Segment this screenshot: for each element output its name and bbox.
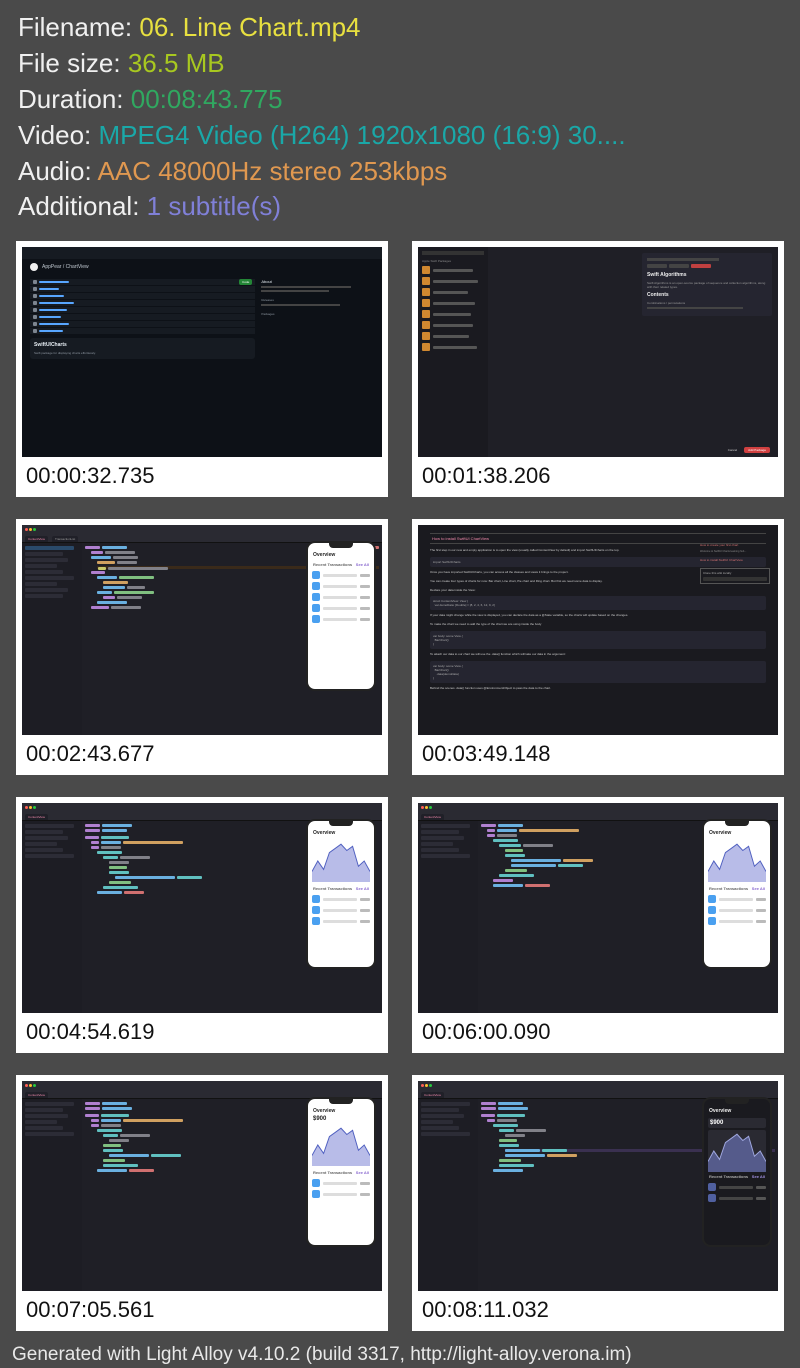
timestamp: 00:00:32.735 <box>22 457 382 491</box>
github-page: AppPear / ChartView Code SwiftUICharts <box>22 247 382 457</box>
thumbnail-image: How to install SwiftUI ChartView The fir… <box>418 525 778 735</box>
thumbnail-image: ContentView <box>22 1081 382 1291</box>
timestamp: 00:04:54.619 <box>22 1013 382 1047</box>
additional-label: Additional: <box>18 191 147 221</box>
thumbnail-image: ContentViewTransactionList <box>22 525 382 735</box>
xcode-ide: ContentViewTransactionList <box>22 525 382 735</box>
add-package-button: Add Package <box>744 447 770 453</box>
duration-label: Duration: <box>18 84 131 114</box>
filesize-label: File size: <box>18 48 128 78</box>
readme-title: SwiftUICharts <box>34 342 251 348</box>
duration-row: Duration: 00:08:43.775 <box>18 82 782 118</box>
duration-value: 00:08:43.775 <box>131 84 283 114</box>
audio-label: Audio: <box>18 156 98 186</box>
thumbnail-image: AppPear / ChartView Code SwiftUICharts <box>22 247 382 457</box>
filename-value: 06. Line Chart.mp4 <box>139 12 360 42</box>
thumbnail-8[interactable]: ContentView <box>412 1075 784 1331</box>
readme-sub: Swift package for displaying charts effo… <box>34 351 251 355</box>
documentation-page: How to install SwiftUI ChartView The fir… <box>418 525 778 735</box>
filesize-row: File size: 36.5 MB <box>18 46 782 82</box>
video-row: Video: MPEG4 Video (H264) 1920x1080 (16:… <box>18 118 782 154</box>
thumbnail-1[interactable]: AppPear / ChartView Code SwiftUICharts <box>16 241 388 497</box>
additional-row: Additional: 1 subtitle(s) <box>18 189 782 225</box>
phone-amount-dark: $900 <box>708 1118 766 1128</box>
pkg-title: Swift Algorithms <box>647 272 767 278</box>
cancel-button: Cancel <box>724 447 741 453</box>
pkg-contents: Contents <box>647 292 767 298</box>
filename-label: Filename: <box>18 12 139 42</box>
file-info-panel: Filename: 06. Line Chart.mp4 File size: … <box>0 0 800 233</box>
timestamp: 00:08:11.032 <box>418 1291 778 1325</box>
additional-value: 1 subtitle(s) <box>147 191 281 221</box>
thumbnail-image: ContentView <box>418 1081 778 1291</box>
filesize-value: 36.5 MB <box>128 48 225 78</box>
repo-name: AppPear / ChartView <box>42 264 89 270</box>
github-icon <box>30 263 38 271</box>
thumbnail-grid: AppPear / ChartView Code SwiftUICharts <box>0 233 800 1339</box>
video-label: Video: <box>18 120 98 150</box>
timestamp: 00:02:43.677 <box>22 735 382 769</box>
timestamp: 00:07:05.561 <box>22 1291 382 1325</box>
thumbnail-6[interactable]: ContentView <box>412 797 784 1053</box>
timestamp: 00:01:38.206 <box>418 457 778 491</box>
thumbnail-5[interactable]: ContentView <box>16 797 388 1053</box>
thumbnail-image: ContentView <box>22 803 382 1013</box>
phone-amount: $900 <box>308 1116 374 1122</box>
timestamp: 00:03:49.148 <box>418 735 778 769</box>
thumbnail-3[interactable]: ContentViewTransactionList <box>16 519 388 775</box>
thumbnail-image: Apple Swift Packages <box>418 247 778 457</box>
thumbnail-2[interactable]: Apple Swift Packages <box>412 241 784 497</box>
thumbnail-image: ContentView <box>418 803 778 1013</box>
code-button: Code <box>239 279 252 285</box>
phone-preview: Overview Recent TransactionsSee All <box>306 541 376 691</box>
video-value: MPEG4 Video (H264) 1920x1080 (16:9) 30..… <box>98 120 625 150</box>
filename-row: Filename: 06. Line Chart.mp4 <box>18 10 782 46</box>
timestamp: 00:06:00.090 <box>418 1013 778 1047</box>
footer-text: Generated with Light Alloy v4.10.2 (buil… <box>12 1344 632 1366</box>
package-manager: Apple Swift Packages <box>418 247 778 457</box>
thumbnail-7[interactable]: ContentView <box>16 1075 388 1331</box>
thumbnail-4[interactable]: How to install SwiftUI ChartView The fir… <box>412 519 784 775</box>
audio-row: Audio: AAC 48000Hz stereo 253kbps <box>18 154 782 190</box>
audio-value: AAC 48000Hz stereo 253kbps <box>98 156 448 186</box>
